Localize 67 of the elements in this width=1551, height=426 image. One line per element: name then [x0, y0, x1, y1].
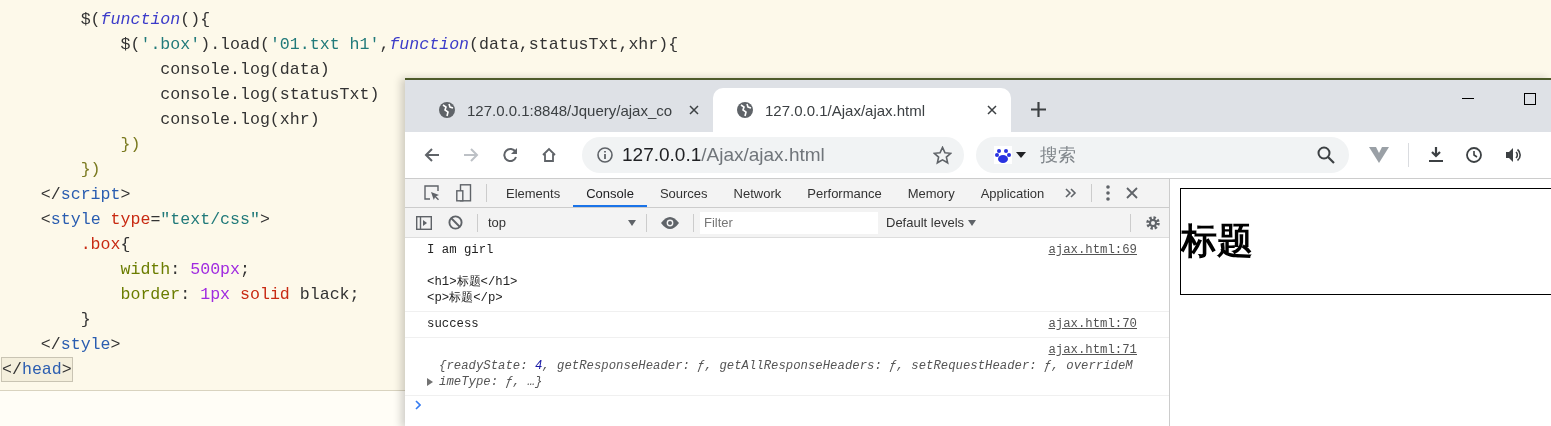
- code-line: }): [79, 159, 101, 181]
- code-line: </style>: [39, 334, 121, 356]
- star-icon[interactable]: [933, 145, 952, 165]
- caret-icon[interactable]: [1016, 152, 1026, 158]
- source-link[interactable]: ajax.html:71: [1048, 342, 1137, 358]
- code-line: console.log(statusTxt): [159, 84, 380, 106]
- globe-icon: [737, 102, 753, 118]
- eye-icon[interactable]: [661, 216, 679, 229]
- home-icon[interactable]: [541, 147, 557, 163]
- minimize-icon[interactable]: [1462, 98, 1474, 100]
- devtools-tab[interactable]: Performance: [794, 179, 895, 207]
- prompt-chevron-icon[interactable]: [415, 400, 421, 410]
- clear-console-icon[interactable]: [448, 215, 463, 230]
- search-placeholder: 搜索: [1040, 144, 1076, 167]
- device-icon[interactable]: [456, 184, 472, 202]
- object-preview[interactable]: {readyState: 4, getResponseHeader: ƒ, getAllResponseHeaders: ƒ, setRequestHeader: ƒ, overrideMimeType: ƒ, …}: [439, 358, 1137, 390]
- source-link[interactable]: ajax.html:69: [1048, 242, 1137, 258]
- paw-icon: [994, 146, 1012, 164]
- console-message: success: [427, 316, 479, 332]
- console-message: I am girl <h1>标题</h1> <p>标题</p>: [427, 242, 518, 306]
- code-line: $('.box').load('01.txt h1',function(data,statusTxt,xhr){: [119, 34, 679, 56]
- kebab-menu-icon[interactable]: [1106, 185, 1111, 201]
- sidebar-icon[interactable]: [416, 215, 432, 230]
- code-line: .box{: [79, 234, 131, 256]
- code-line: border: 1px solid black;: [119, 284, 360, 306]
- devtools-tab[interactable]: Sources: [646, 179, 721, 207]
- dropdown-arrow-icon: [968, 219, 977, 226]
- dropdown-arrow-icon: [628, 219, 636, 226]
- download-icon[interactable]: [1429, 147, 1443, 163]
- browser-tab[interactable]: 127.0.0.1/Ajax/ajax.html: [713, 88, 1011, 132]
- more-tabs-icon[interactable]: [1065, 188, 1078, 198]
- new-tab-icon[interactable]: [1031, 102, 1046, 117]
- info-icon: [597, 147, 613, 163]
- filter-field[interactable]: Filter: [700, 211, 878, 234]
- devtools-tab[interactable]: Memory: [894, 179, 968, 207]
- code-line: $(function(){: [79, 9, 211, 31]
- context-select[interactable]: top: [484, 215, 640, 230]
- levels-dropdown[interactable]: Default levels: [886, 215, 977, 230]
- inspect-icon[interactable]: [424, 185, 440, 201]
- code-line: width: 500px;: [119, 259, 250, 281]
- url-text: 127.0.0.1/Ajax/ajax.html: [622, 144, 825, 166]
- settings-icon[interactable]: [1145, 214, 1161, 231]
- close-icon[interactable]: [689, 105, 699, 115]
- devtools-tab[interactable]: Elements: [493, 179, 574, 207]
- code-line: </script>: [39, 184, 131, 206]
- speaker-icon[interactable]: [1505, 147, 1521, 163]
- code-line: console.log(data): [159, 59, 330, 81]
- source-link[interactable]: ajax.html:70: [1048, 316, 1137, 332]
- close-icon[interactable]: [1126, 187, 1139, 199]
- address-bar[interactable]: 127.0.0.1/Ajax/ajax.html: [582, 137, 964, 173]
- page-heading: 标题: [1181, 219, 1253, 263]
- close-icon[interactable]: [987, 105, 997, 115]
- v-logo-icon[interactable]: [1369, 147, 1389, 163]
- reload-icon[interactable]: [502, 147, 518, 163]
- devtools-tab[interactable]: Network: [720, 179, 795, 207]
- search-icon[interactable]: [1317, 146, 1335, 164]
- code-line: console.log(xhr): [159, 109, 320, 131]
- back-icon[interactable]: [424, 147, 440, 163]
- expand-triangle-icon[interactable]: [427, 378, 433, 386]
- globe-icon: [439, 102, 455, 118]
- clock-icon[interactable]: [1466, 147, 1482, 163]
- code-line: }: [79, 309, 91, 331]
- code-line: <style type="text/css">: [39, 209, 270, 231]
- browser-tab[interactable]: 127.0.0.1:8848/Jquery/ajax_co: [415, 88, 713, 132]
- code-line: }): [119, 134, 141, 156]
- maximize-icon[interactable]: [1524, 93, 1536, 105]
- devtools-tab[interactable]: Application: [967, 179, 1058, 207]
